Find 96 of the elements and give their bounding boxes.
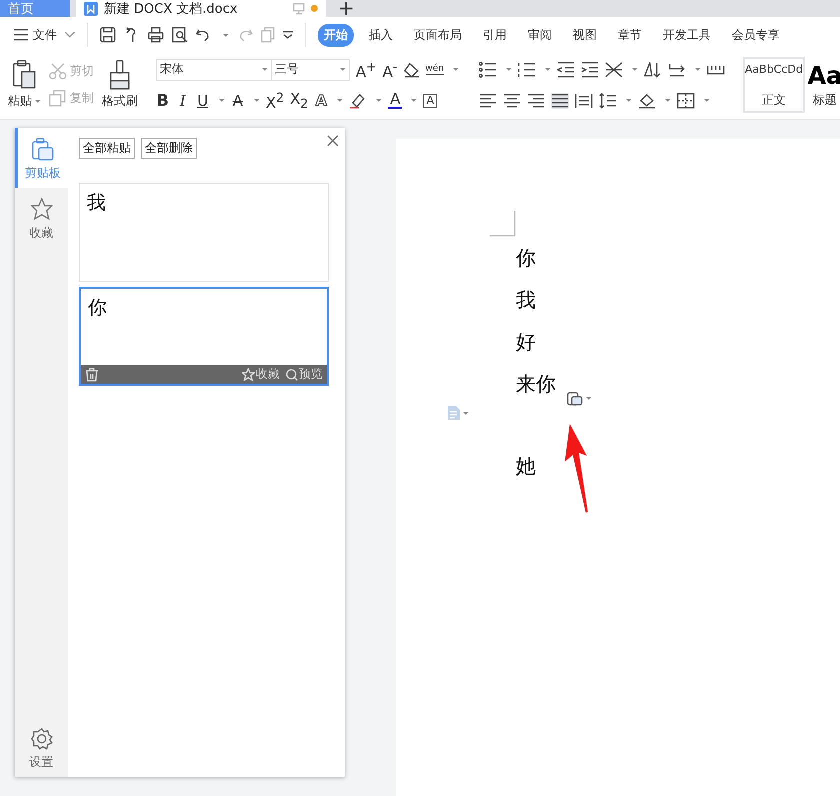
clipboard-icon	[567, 390, 583, 406]
style-option[interactable]: AaBbCcDd 正文	[743, 57, 806, 113]
search-icon	[286, 368, 298, 380]
grow-font-button[interactable]: A$^{+}$	[356, 58, 377, 80]
paragraph-text: 来你	[516, 371, 556, 398]
format-button[interactable]: X$_{2}$	[290, 90, 308, 111]
caret-icon[interactable]	[376, 99, 382, 102]
arrow-icon	[565, 422, 589, 514]
paragraph-text: 她	[516, 453, 536, 480]
format-button[interactable]: I	[176, 92, 190, 110]
clipboard-item[interactable]: 你 收藏 预览	[79, 287, 329, 386]
favorite-button[interactable]: 收藏	[242, 366, 280, 383]
caret-icon	[586, 396, 592, 400]
brush-icon	[109, 60, 131, 90]
caret-icon[interactable]	[254, 99, 260, 102]
caret-icon[interactable]	[704, 99, 710, 102]
caret-icon[interactable]	[453, 68, 460, 71]
more-icon[interactable]	[283, 31, 293, 39]
justify-icon[interactable]	[551, 92, 570, 108]
format-painter-button[interactable]: 格式刷	[102, 60, 138, 110]
caret-icon[interactable]	[219, 99, 225, 102]
shrink-font-button[interactable]: A$^{-}$	[382, 58, 398, 80]
clipboard-item[interactable]: 我	[79, 183, 329, 282]
ribbon-tab[interactable]: 页面布局	[408, 24, 468, 46]
eraser-icon[interactable]	[404, 62, 420, 78]
caret-icon[interactable]	[665, 99, 672, 102]
file-menu[interactable]: 文件	[33, 26, 57, 44]
margin-corner-icon	[490, 211, 516, 237]
text-direction-icon[interactable]	[644, 62, 662, 78]
clipboard-icon	[32, 138, 54, 161]
paragraph-text: 你	[516, 245, 536, 272]
scissors-icon	[49, 63, 67, 80]
highlighter-icon[interactable]	[349, 92, 368, 108]
clipboard-icon	[12, 60, 36, 90]
align-center-icon[interactable]	[503, 92, 522, 108]
new-tab-button[interactable]: +	[338, 0, 355, 17]
caret-icon[interactable]	[626, 99, 632, 102]
align-right-icon[interactable]	[527, 92, 546, 108]
star-icon	[242, 368, 255, 381]
bullet-list-icon[interactable]	[479, 62, 498, 78]
menu-icon[interactable]	[14, 29, 28, 41]
copy-icon	[49, 90, 67, 107]
format-button[interactable]: A	[314, 92, 328, 110]
caret-icon[interactable]	[506, 68, 512, 71]
delete-all-button[interactable]: 全部删除	[141, 138, 197, 159]
line-spacing-icon[interactable]	[599, 92, 618, 108]
print-icon[interactable]	[148, 27, 164, 43]
format-button[interactable]: X$^{2}$	[266, 90, 284, 112]
clip-text: 你	[87, 296, 108, 321]
caret-icon[interactable]	[632, 68, 638, 71]
character-border-button[interactable]: A	[423, 94, 438, 108]
caret-icon[interactable]	[695, 68, 702, 71]
paste-button[interactable]: 粘贴	[8, 60, 41, 110]
decrease-indent-icon[interactable]	[557, 62, 576, 78]
font-color-button[interactable]: A	[388, 92, 402, 109]
paragraph-handle-button[interactable]	[448, 406, 469, 420]
save-icon[interactable]	[100, 27, 116, 43]
trash-icon[interactable]	[85, 368, 99, 382]
document-tab[interactable]: 新建 DOCX 文档.docx	[76, 0, 326, 17]
ribbon-tab[interactable]: 引用	[477, 24, 513, 46]
distribute-icon[interactable]	[575, 92, 594, 108]
caret-icon[interactable]	[337, 99, 344, 102]
ribbon-tab[interactable]: 会员专享	[726, 24, 786, 46]
format-button[interactable]: U	[196, 92, 210, 110]
paragraph-text: 我	[516, 287, 536, 314]
settings-icon	[30, 728, 52, 750]
shading-icon[interactable]	[638, 92, 656, 108]
paste-options-button[interactable]	[567, 390, 592, 406]
close-icon[interactable]	[327, 135, 339, 147]
settings-button[interactable]: 设置	[15, 718, 68, 777]
chevron-down-icon[interactable]	[65, 32, 75, 38]
ribbon-tab[interactable]: 章节	[612, 24, 648, 46]
paste-all-button[interactable]: 全部粘贴	[79, 138, 135, 159]
caret-icon	[463, 412, 469, 414]
ribbon-tab[interactable]: 插入	[363, 24, 399, 46]
caret-icon[interactable]	[223, 34, 229, 36]
document-icon	[448, 406, 460, 420]
line-break-icon[interactable]	[668, 62, 686, 78]
align-left-icon[interactable]	[479, 92, 498, 108]
caret-icon[interactable]	[411, 99, 418, 102]
format-button[interactable]: A	[231, 92, 245, 110]
borders-icon[interactable]	[677, 92, 696, 108]
ribbon-tab[interactable]: 审阅	[522, 24, 558, 46]
pinyin-guide-button[interactable]: wén	[426, 64, 444, 75]
numbered-list-icon[interactable]	[518, 62, 536, 78]
format-button[interactable]: B	[156, 91, 170, 110]
caret-icon[interactable]	[545, 68, 552, 71]
preview-button[interactable]: 预览	[286, 366, 323, 383]
increase-indent-icon[interactable]	[581, 62, 600, 78]
ribbon-tab[interactable]: 视图	[567, 24, 603, 46]
caret-icon	[35, 100, 41, 103]
paragraph-text: 好	[516, 329, 536, 356]
star-icon	[30, 198, 52, 221]
ribbon-tab[interactable]: 开发工具	[657, 24, 717, 46]
sidebar-tab[interactable]: 收藏	[15, 188, 68, 248]
print-preview-icon[interactable]	[172, 27, 188, 43]
